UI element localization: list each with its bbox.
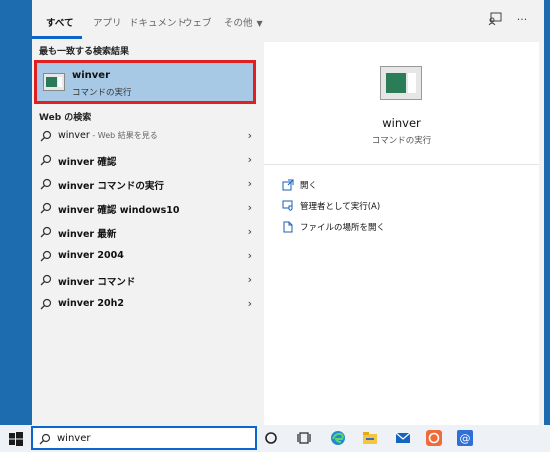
web-result-row[interactable]: winver 確認 › <box>32 149 260 171</box>
web-result-label: winver 最新 <box>58 229 117 240</box>
chevron-down-icon: ▼ <box>256 19 263 28</box>
chevron-right-icon: › <box>247 249 252 262</box>
best-match-title: winver <box>72 70 111 81</box>
desktop-left <box>0 0 32 425</box>
feedback-icon[interactable] <box>487 12 503 28</box>
web-result-label: winver <box>58 130 90 141</box>
edge-icon[interactable] <box>329 429 347 447</box>
search-icon <box>40 274 52 286</box>
chevron-right-icon: › <box>247 297 252 310</box>
desktop-right <box>544 0 550 425</box>
preview-pane: winver コマンドの実行 開く 管理者として実行(A) ファイルの場所を開く <box>264 42 539 425</box>
chevron-right-icon: › <box>247 225 252 238</box>
web-result-label: winver 20h2 <box>58 298 125 309</box>
app-blue-at-icon[interactable]: @ <box>456 429 474 447</box>
web-result-row[interactable]: winver コマンド › <box>32 269 260 291</box>
best-match-item[interactable]: winver コマンドの実行 <box>34 60 256 104</box>
web-result-suffix: - Web 結果を見る <box>89 131 158 140</box>
search-panel: すべて アプリ ドキュメント ウェブ その他 ▼ ··· 最も一致する検索結果 w… <box>32 0 544 425</box>
web-result-label: winver コマンド <box>58 277 136 288</box>
search-icon <box>40 298 52 310</box>
best-match-header: 最も一致する検索結果 <box>39 47 130 57</box>
taskbar-search-box[interactable] <box>31 426 257 450</box>
tab-more-label: その他 <box>224 18 253 29</box>
search-icon <box>40 202 52 214</box>
chevron-right-icon: › <box>247 177 252 190</box>
tab-apps[interactable]: アプリ <box>93 15 122 29</box>
web-result-label: winver 確認 <box>58 157 117 168</box>
windows-start-icon[interactable] <box>8 431 24 447</box>
best-match-subtitle: コマンドの実行 <box>72 88 132 98</box>
more-options-icon[interactable]: ··· <box>514 12 530 28</box>
divider <box>264 164 539 165</box>
task-view-icon[interactable] <box>295 429 313 447</box>
preview-subtitle: コマンドの実行 <box>371 136 432 146</box>
search-icon <box>39 433 51 445</box>
svg-text:@: @ <box>460 432 471 445</box>
file-location-icon <box>283 221 293 233</box>
search-icon <box>40 178 52 190</box>
web-result-row[interactable]: winver 最新 › <box>32 221 260 243</box>
tab-more[interactable]: その他 ▼ <box>224 15 263 29</box>
tab-documents[interactable]: ドキュメント <box>129 15 186 29</box>
chevron-right-icon: › <box>247 273 252 286</box>
open-icon <box>282 179 294 191</box>
taskbar: @ <box>0 425 550 452</box>
web-result-label: winver コマンドの実行 <box>58 181 164 192</box>
tab-all[interactable]: すべて <box>46 15 73 29</box>
chevron-right-icon: › <box>247 153 252 166</box>
search-icon <box>40 250 52 262</box>
web-result-label: winver 確認 windows10 <box>58 205 180 216</box>
chevron-right-icon: › <box>247 129 252 142</box>
shield-run-icon <box>282 200 293 211</box>
tab-web[interactable]: ウェブ <box>183 15 212 29</box>
search-input[interactable] <box>57 430 247 446</box>
winver-app-icon <box>380 66 422 100</box>
search-icon <box>40 130 52 142</box>
chevron-right-icon: › <box>247 201 252 214</box>
web-result-row[interactable]: winver 確認 windows10 › <box>32 197 260 219</box>
web-result-label: winver 2004 <box>58 250 124 261</box>
results-list: 最も一致する検索結果 winver コマンドの実行 Web の検索 winver… <box>32 40 260 425</box>
action-open-label: 開く <box>300 181 318 191</box>
action-open-file-location-label: ファイルの場所を開く <box>300 223 386 233</box>
active-tab-indicator <box>32 36 82 39</box>
search-icon <box>40 226 52 238</box>
app-orange-icon[interactable] <box>425 429 443 447</box>
mail-icon[interactable] <box>394 429 412 447</box>
web-search-header: Web の検索 <box>39 113 92 123</box>
winver-app-icon <box>43 73 65 91</box>
preview-title: winver <box>382 116 421 130</box>
search-tabs-bar: すべて アプリ ドキュメント ウェブ その他 ▼ ··· <box>32 0 544 40</box>
search-icon <box>40 154 52 166</box>
web-result-row[interactable]: winver - Web 結果を見る › <box>32 125 260 147</box>
action-run-as-admin-label: 管理者として実行(A) <box>300 202 381 212</box>
web-result-row[interactable]: winver コマンドの実行 › <box>32 173 260 195</box>
web-result-row[interactable]: winver 2004 › <box>32 245 260 267</box>
cortana-icon[interactable] <box>262 429 280 447</box>
web-result-row[interactable]: winver 20h2 › <box>32 293 260 315</box>
file-explorer-icon[interactable] <box>361 429 379 447</box>
